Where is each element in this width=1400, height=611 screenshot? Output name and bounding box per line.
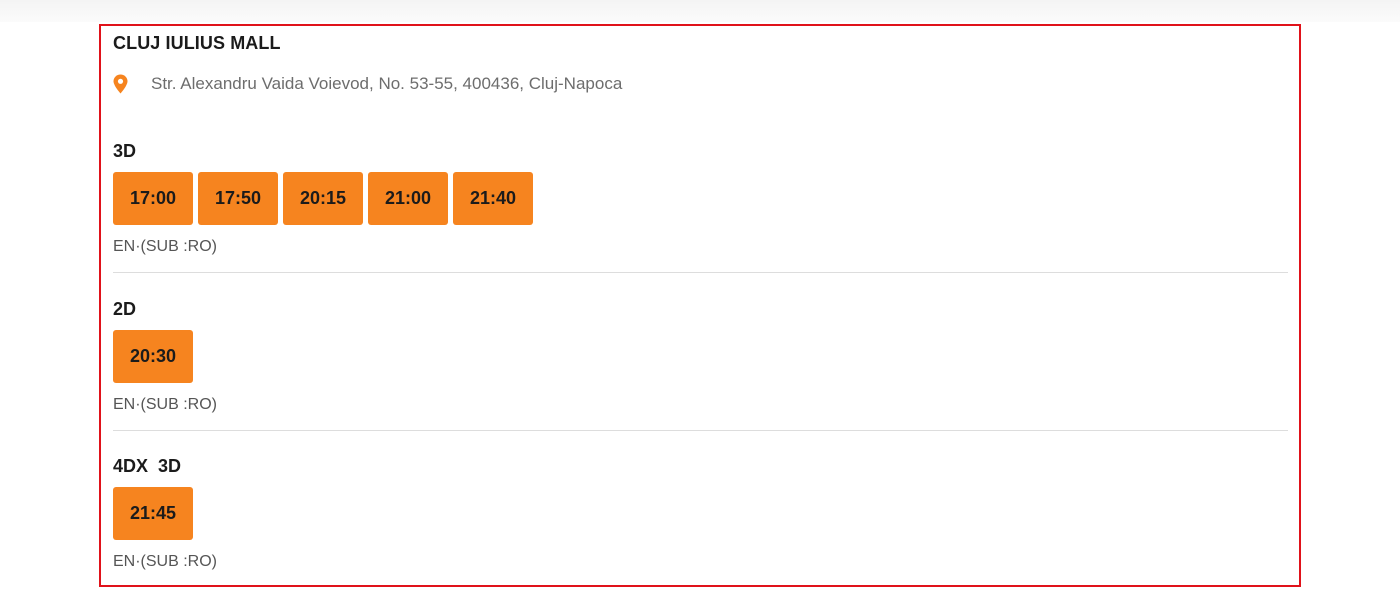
showtime-button[interactable]: 21:00	[368, 172, 448, 225]
language-label: EN·(SUB :RO)	[113, 553, 217, 570]
top-strip	[0, 0, 1400, 22]
language-label: EN·(SUB :RO)	[113, 396, 217, 413]
format-title: 4DX 3D	[113, 456, 182, 476]
cinema-showtimes-card: CLUJ IULIUS MALL Str. Alexandru Vaida Vo…	[99, 24, 1301, 587]
showtimes-row: 21:45	[113, 487, 1288, 540]
showtimes-row: 20:30	[113, 330, 1288, 383]
format-block-4dx-3d: 4DX 3D 21:45 EN·(SUB :RO)	[113, 454, 1288, 574]
showtime-button[interactable]: 17:00	[113, 172, 193, 225]
language-label: EN·(SUB :RO)	[113, 238, 217, 255]
format-title: 3D	[113, 141, 137, 161]
showtimes-row: 17:00 17:50 20:15 21:00 21:40	[113, 172, 1288, 225]
showtime-button[interactable]: 20:30	[113, 330, 193, 383]
format-block-2d: 2D 20:30 EN·(SUB :RO)	[113, 297, 1288, 431]
cinema-name: CLUJ IULIUS MALL	[113, 33, 281, 53]
showtime-button[interactable]: 21:40	[453, 172, 533, 225]
format-title: 2D	[113, 299, 137, 319]
showtime-button[interactable]: 20:15	[283, 172, 363, 225]
showtime-button[interactable]: 17:50	[198, 172, 278, 225]
cinema-address: Str. Alexandru Vaida Voievod, No. 53-55,…	[151, 74, 623, 93]
map-pin-icon	[113, 74, 128, 94]
format-block-3d: 3D 17:00 17:50 20:15 21:00 21:40 EN·(SUB…	[113, 139, 1288, 273]
showtime-button[interactable]: 21:45	[113, 487, 193, 540]
address-row: Str. Alexandru Vaida Voievod, No. 53-55,…	[113, 72, 622, 96]
